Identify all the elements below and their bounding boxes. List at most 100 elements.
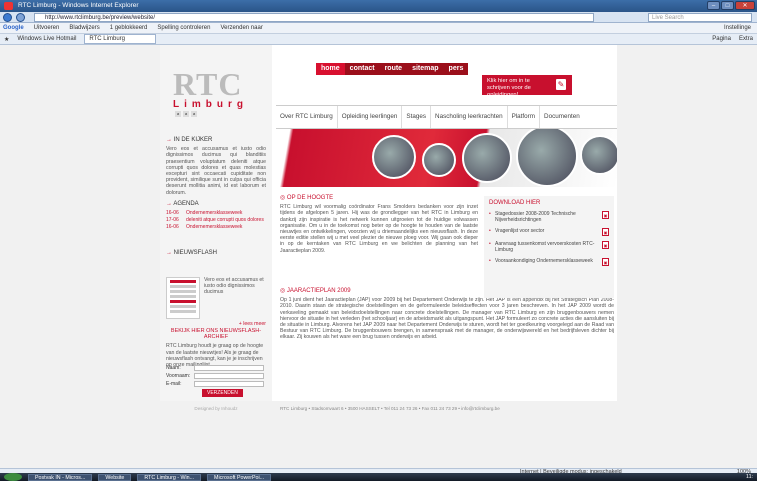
main-nav-documenten[interactable]: Documenten [539,106,584,128]
popup-blocked-button[interactable]: 1 geblokkeerd [110,25,148,31]
pdf-icon: ▣ [602,258,609,266]
newsflash-section: → NIEUWSFLASH [166,250,218,256]
google-toolbar: Google Uitvoeren Bladwijzers 1 geblokkee… [0,23,757,34]
newsletter-form: Naam: Voornaam: E-mail: VERZENDEN [166,365,266,397]
enroll-cta[interactable]: Klik hier om in te schrijven voor de opl… [482,75,572,98]
banner-photo-1 [372,135,416,179]
pdf-icon: ▣ [602,211,609,219]
extra-menu[interactable]: Extra [739,36,753,42]
agenda-item[interactable]: 16-06 Ondernemersklasseweek [166,210,266,216]
agenda-item[interactable]: 17-06 deleniti atque corrupti quos dolore… [166,217,266,223]
star-icon[interactable]: ★ [4,36,9,43]
google-logo: Google [3,25,24,31]
browser-tab[interactable]: RTC Limburg [84,34,156,44]
op-de-hoogte-section: ◎ OP DE HOOGTE RTC Limburg wil voormalig… [280,195,478,254]
url-field[interactable]: http://www.rtclimburg.be/preview/website… [34,13,594,22]
site-footer: Designed by Inhoudz RTC Limburg • Stadso… [160,403,617,413]
main-nav-platform[interactable]: Platform [506,106,539,128]
main-nav-opleiding[interactable]: Opleiding leerlingen [336,106,402,128]
enroll-cta-text: Klik hier om in te schrijven voor de opl… [487,78,531,98]
taskbar-item[interactable]: Microsoft PowerPoi... [207,473,272,481]
banner-photo-5 [580,135,617,175]
back-icon[interactable] [3,13,12,22]
nav-pers[interactable]: pers [443,63,469,75]
designed-by-link[interactable]: Designed by Inhoudz [160,406,272,411]
archive-heading[interactable]: BEKIJK HIER ONS NIEUWSFLASH-ARCHIEF [166,328,266,340]
settings-button[interactable]: Instellinge [724,25,751,31]
pencil-icon: ✎ [556,79,566,90]
download-item[interactable]: • Stagedossier 2008-2009 Technische Nijve… [489,211,609,223]
archive-section: BEKIJK HIER ONS NIEUWSFLASH-ARCHIEF RTC … [166,328,266,368]
ie-icon [4,2,13,10]
send-to-button[interactable]: Verzenden naar [220,25,262,31]
download-item[interactable]: • Aanvraag tussenkomst vervoerskosten RTC… [489,241,609,253]
naam-label: Naam: [166,365,181,371]
pdf-icon: ▣ [602,241,609,249]
main-nav-nascholing[interactable]: Nascholing leerkrachten [430,106,507,128]
nav-sitemap[interactable]: sitemap [407,63,444,75]
newsflash-text: Vero eos et accusamus et iusto odio dign… [204,277,264,296]
hero-banner [276,129,617,187]
voornaam-field[interactable] [194,373,264,379]
banner-photo-4 [516,129,578,187]
font-small-button[interactable]: a [175,111,181,117]
font-large-button[interactable]: a [191,111,197,117]
rtc-logo[interactable]: RTC Limburg [173,68,259,110]
email-label: E-mail: [166,381,182,387]
window-titlebar: RTC Limburg - Windows Internet Explorer … [0,0,757,12]
download-item[interactable]: • Vooraankondiging Ondernemersklasseweek ▣ [489,258,609,266]
main-nav-over[interactable]: Over RTC Limburg [276,106,337,128]
clock: 11: [746,474,753,480]
favorites-bar: ★ Windows Live Hotmail RTC Limburg Pagin… [0,34,757,45]
naam-field[interactable] [194,365,264,371]
read-more-link[interactable]: + lees meer [238,321,266,327]
start-button[interactable] [4,473,22,481]
taskbar: Postvak IN - Micros... Website RTC Limbu… [0,473,757,481]
uitvoeren-button[interactable]: Uitvoeren [34,25,60,31]
close-button[interactable]: ✕ [735,1,755,10]
search-input[interactable]: Live Search [648,13,752,22]
kijker-heading: IN DE KIJKER [173,137,213,143]
website-page: RTC Limburg a a a home contact route sit… [160,45,617,411]
font-medium-button[interactable]: a [183,111,189,117]
submit-button[interactable]: VERZENDEN [202,389,243,397]
pdf-icon: ▣ [602,228,609,236]
newsflash-thumbnail[interactable] [166,277,200,319]
taskbar-item[interactable]: RTC Limburg - Win... [137,473,202,481]
top-nav: home contact route sitemap pers [316,63,469,75]
jaaractieplan-heading: JAARACTIEPLAN 2009 [286,288,351,294]
nav-route[interactable]: route [379,63,408,75]
jaaractieplan-text: Op 1 juni dient het Jaaractieplan (JAP) … [280,297,614,341]
page-menu[interactable]: Pagina [712,36,731,42]
download-box: DOWNLOAD HIER • Stagedossier 2008-2009 Te… [484,196,614,298]
taskbar-item[interactable]: Postvak IN - Micros... [28,473,93,481]
hotmail-link[interactable]: Windows Live Hotmail [17,36,76,42]
download-heading: DOWNLOAD HIER [489,200,541,206]
window-title: RTC Limburg - Windows Internet Explorer [18,2,139,9]
nav-home[interactable]: home [316,63,345,75]
browser-viewport: RTC Limburg a a a home contact route sit… [0,45,757,468]
banner-photo-3 [462,133,512,183]
maximize-button[interactable]: □ [721,1,734,10]
op-de-hoogte-heading: OP DE HOOGTE [286,195,334,201]
font-size-controls: a a a [175,111,197,117]
agenda-item[interactable]: 16-06 Ondernemersklasseweek [166,224,266,230]
nav-contact[interactable]: contact [344,63,380,75]
address-bar: http://www.rtclimburg.be/preview/website… [0,12,757,23]
taskbar-item[interactable]: Website [98,473,132,481]
banner-photo-2 [422,143,456,177]
footer-address: RTC Limburg • Stadsomvaart 6 • 3500 HASS… [280,405,500,411]
minimize-button[interactable]: – [707,1,720,10]
download-item[interactable]: • Vragenlijst voor sector ▣ [489,228,609,236]
kijker-section: → IN DE KIJKER Vero eos et accusamus et … [166,137,266,196]
agenda-heading: AGENDA [173,201,199,207]
forward-icon[interactable] [16,13,25,22]
main-nav-stages[interactable]: Stages [401,106,430,128]
kijker-text: Vero eos et accusamus et iusto odio dign… [166,146,266,196]
op-de-hoogte-text: RTC Limburg wil voormalig coördinator Fr… [280,204,478,254]
email-field[interactable] [194,381,264,387]
agenda-section: → AGENDA 16-06 Ondernemersklasseweek 17-0… [166,201,266,231]
spelling-button[interactable]: Spelling controleren [157,25,210,31]
bladwijzers-button[interactable]: Bladwijzers [69,25,99,31]
main-nav: Over RTC Limburg Opleiding leerlingen St… [276,105,617,129]
